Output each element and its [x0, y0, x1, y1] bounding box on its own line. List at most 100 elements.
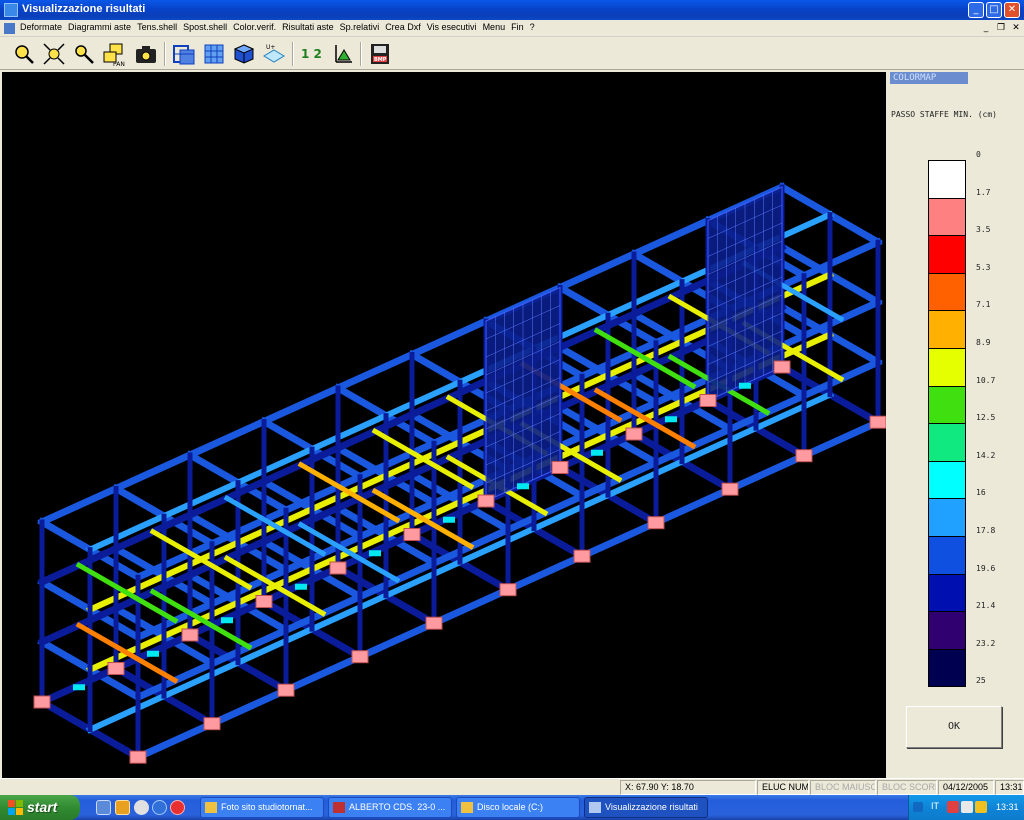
outlook-icon[interactable]	[115, 800, 130, 815]
colormap-swatch	[928, 648, 966, 688]
colormap-panel: COLORMAP PASSO STAFFE MIN. (cm) 0 1.7 3.5 5…	[888, 72, 1024, 778]
menu-bar: Deformate Diagrammi aste Tens.shell Spos…	[0, 20, 1024, 37]
colormap-level-label: 16	[976, 488, 986, 498]
zoom-in-icon[interactable]	[12, 42, 36, 66]
menu-help[interactable]: ?	[530, 22, 541, 32]
numbering-icon[interactable]: 1 2	[300, 42, 324, 66]
media-player-icon[interactable]	[134, 800, 149, 815]
menu-deformate[interactable]: Deformate	[20, 22, 68, 32]
tray-arrow-icon[interactable]	[913, 802, 923, 812]
toolbar-separator	[164, 42, 166, 66]
colormap-title: COLORMAP	[890, 72, 968, 84]
tray-clock: 13:31	[996, 802, 1019, 812]
colormap-swatch	[928, 460, 966, 500]
task-foto-sito[interactable]: Foto sito studiotornat...	[200, 797, 324, 818]
structure-3d-viewport[interactable]	[2, 72, 886, 778]
menu-risultati-aste[interactable]: Risultati aste	[282, 22, 340, 32]
colormap-swatch	[928, 197, 966, 237]
menu-vis-esecutivi[interactable]: Vis esecutivi	[427, 22, 483, 32]
task-label: Visualizzazione risultati	[605, 802, 698, 812]
start-label: start	[27, 799, 58, 815]
camera-icon[interactable]	[134, 42, 158, 66]
colormap-level-label: 14.2	[976, 450, 996, 460]
colormap-level-label: 7.1	[976, 300, 991, 310]
status-date: 04/12/2005	[938, 780, 994, 795]
bmp-export-icon[interactable]: BMP	[368, 42, 392, 66]
coordinate-readout: X: 67.90 Y: 18.70	[620, 780, 756, 795]
structural-model-render	[33, 182, 886, 764]
colormap-swatch	[928, 536, 966, 575]
menu-sp-relativi[interactable]: Sp.relativi	[340, 22, 386, 32]
colormap-swatch	[928, 423, 966, 462]
opera-icon[interactable]	[170, 800, 185, 815]
close-button[interactable]: ✕	[1004, 2, 1020, 18]
internet-explorer-icon[interactable]	[152, 800, 167, 815]
colormap-swatch	[928, 348, 966, 387]
task-alberto-cds[interactable]: ALBERTO CDS. 23-0 ...	[328, 797, 452, 818]
colormap-swatch	[928, 611, 966, 650]
status-bar: X: 67.90 Y: 18.70 ELUC NUM BLOC MAIUSC B…	[0, 778, 1024, 795]
toolbar: PAN U+ 1 2 BMP	[0, 38, 1024, 70]
menu-fin[interactable]: Fin	[511, 22, 530, 32]
status-num-lock: ELUC NUM	[757, 780, 809, 795]
mdi-close-button[interactable]: ✕	[1010, 23, 1022, 34]
colormap-swatch	[928, 272, 966, 312]
app-icon	[4, 3, 18, 17]
zoom-out-icon[interactable]	[72, 42, 96, 66]
plane-icon[interactable]: U+	[262, 42, 286, 66]
menu-crea-dxf[interactable]: Crea Dxf	[385, 22, 427, 32]
menu-color-verif[interactable]: Color.verif.	[233, 22, 282, 32]
status-caps-lock: BLOC MAIUSC	[810, 780, 876, 795]
ok-button[interactable]: OK	[906, 706, 1002, 748]
task-label: Disco locale (C:)	[477, 802, 544, 812]
minimize-button[interactable]: _	[968, 2, 984, 18]
colormap-level-label: 5.3	[976, 262, 991, 272]
mdi-restore-button[interactable]: ❐	[995, 23, 1007, 34]
colormap-swatch	[928, 235, 966, 274]
language-indicator[interactable]: IT	[931, 801, 939, 811]
zoom-fit-icon[interactable]	[42, 42, 66, 66]
title-bar[interactable]: Visualizzazione risultati _ □ ✕	[0, 0, 1024, 20]
tray-antivirus-icon[interactable]	[947, 801, 959, 813]
numbering-label: 1 2	[301, 47, 322, 61]
window-title: Visualizzazione risultati	[22, 3, 146, 15]
menu-spost-shell[interactable]: Spost.shell	[183, 22, 233, 32]
maximize-button[interactable]: □	[986, 2, 1002, 18]
frame-view-icon[interactable]	[172, 42, 196, 66]
toolbar-separator-2	[292, 42, 294, 66]
colormap-level-label: 0	[976, 150, 981, 159]
colormap-level-label: 17.8	[976, 526, 996, 535]
tray-network-icon[interactable]	[961, 801, 973, 813]
colormap-level-label: 25	[976, 676, 986, 686]
colormap-level-label: 21.4	[976, 601, 996, 611]
window-icon	[589, 802, 601, 813]
menu-menu[interactable]: Menu	[483, 22, 512, 32]
menu-tens-shell[interactable]: Tens.shell	[137, 22, 183, 32]
mdi-minimize-button[interactable]: _	[980, 23, 992, 34]
colormap-level-label: 1.7	[976, 187, 991, 197]
menu-diagrammi-aste[interactable]: Diagrammi aste	[68, 22, 137, 32]
folder-icon	[461, 802, 473, 813]
pan-icon[interactable]: PAN	[102, 42, 126, 68]
status-scroll-lock: BLOC SCORR	[877, 780, 937, 795]
tray-alert-icon[interactable]	[975, 801, 987, 813]
document-icon[interactable]	[4, 23, 15, 34]
cube-icon[interactable]	[232, 42, 256, 66]
task-visualizzazione-risultati[interactable]: Visualizzazione risultati	[584, 797, 708, 818]
wall-view-icon[interactable]	[202, 42, 226, 66]
system-tray: IT 13:31	[908, 795, 1024, 820]
svg-text:U+: U+	[266, 44, 275, 51]
axes-icon[interactable]	[330, 42, 354, 66]
colormap-subtitle: PASSO STAFFE MIN. (cm)	[891, 110, 997, 119]
show-desktop-icon[interactable]	[96, 800, 111, 815]
colormap-swatch	[928, 573, 966, 613]
folder-icon	[205, 802, 217, 813]
start-button[interactable]: start	[0, 795, 80, 820]
task-disco-locale[interactable]: Disco locale (C:)	[456, 797, 580, 818]
colormap-level-label: 3.5	[976, 225, 991, 235]
colormap-swatch	[928, 310, 966, 349]
taskbar: start Foto sito studiotornat... ALBERTO …	[0, 795, 1024, 820]
toolbar-separator-3	[360, 42, 362, 66]
windows-logo-icon	[8, 800, 23, 815]
colormap-level-label: 10.7	[976, 375, 996, 385]
